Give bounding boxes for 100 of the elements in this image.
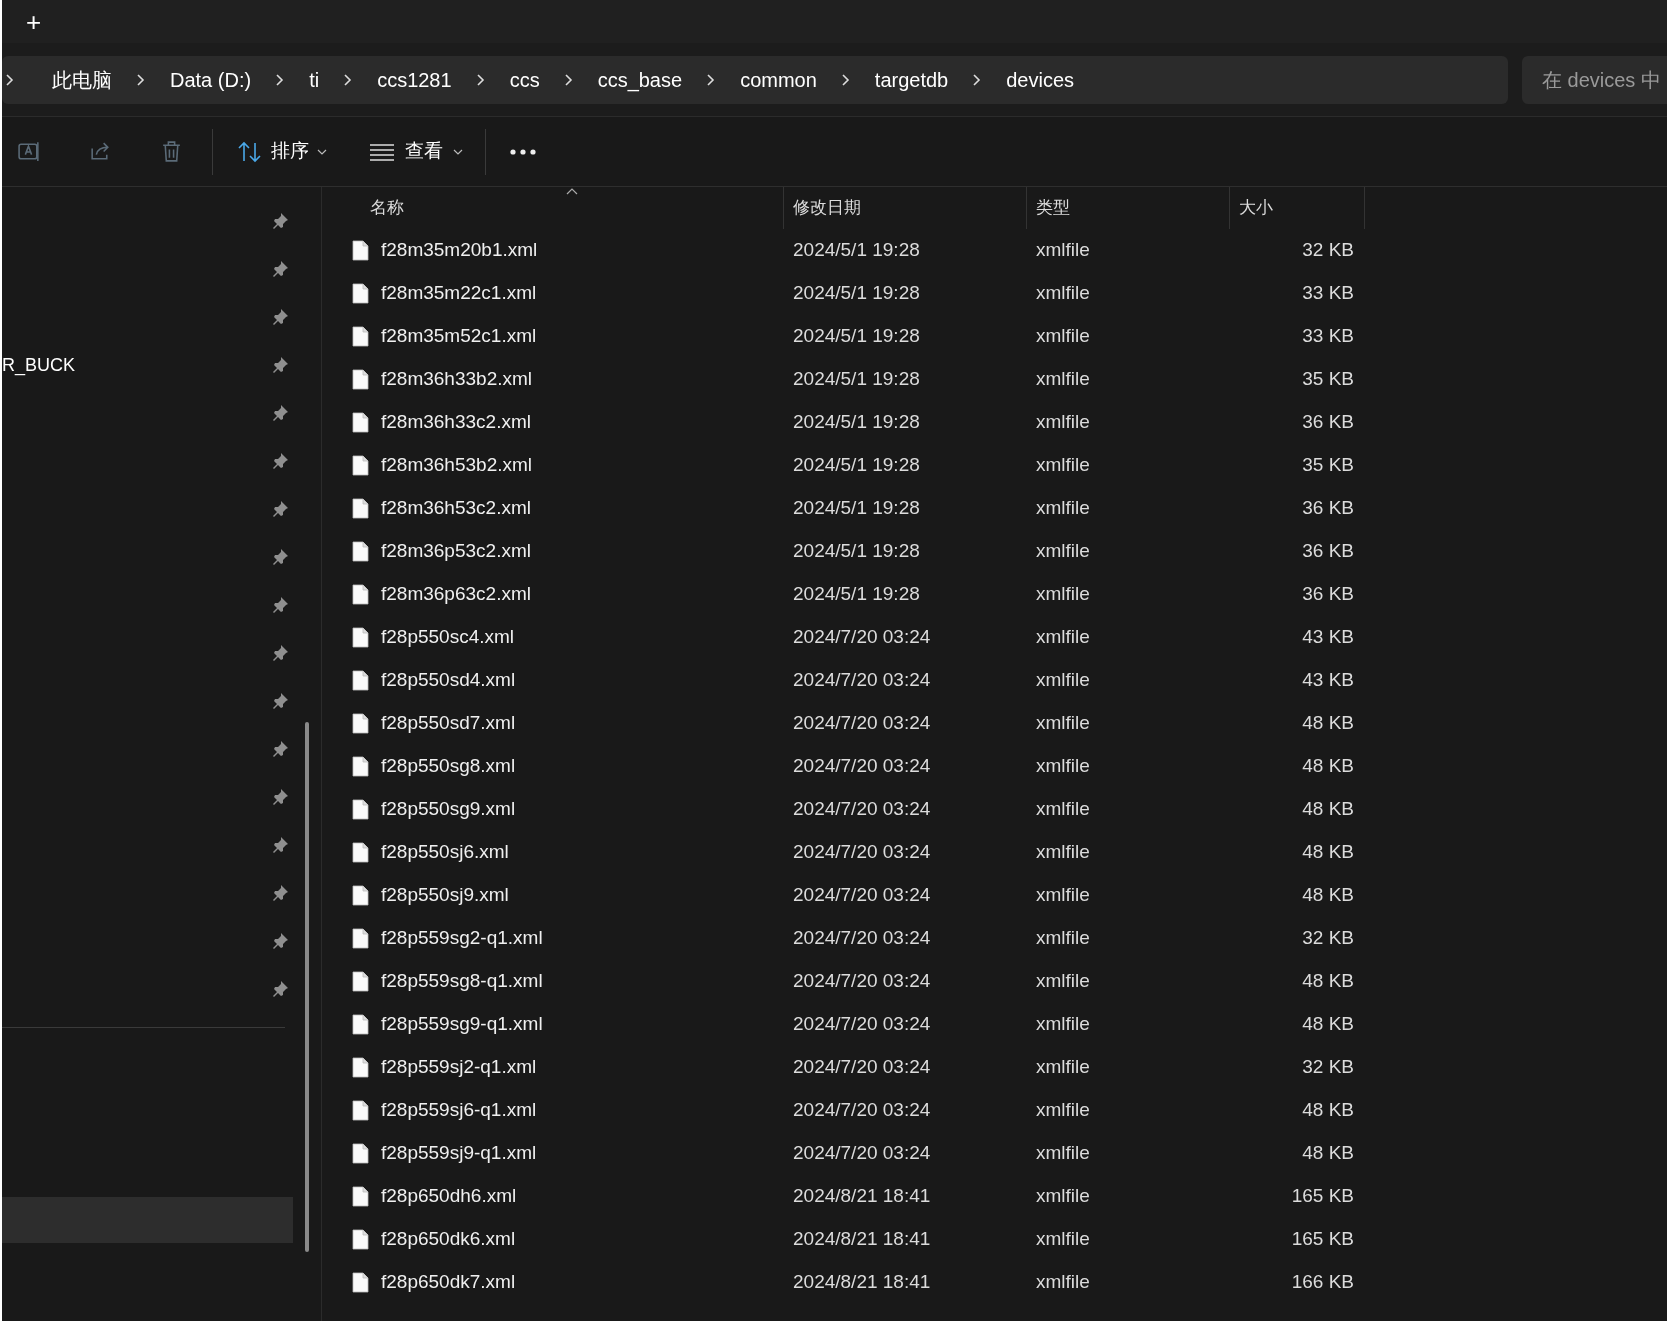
file-type: xmlfile <box>1036 1142 1090 1164</box>
file-name[interactable]: f28p650dk7.xml <box>381 1268 516 1297</box>
file-type: xmlfile <box>1036 1056 1090 1078</box>
file-type: xmlfile <box>1036 368 1090 390</box>
file-type: xmlfile <box>1036 970 1090 992</box>
list-view-icon <box>369 142 395 161</box>
sidebar-item[interactable]: R_BUCK <box>2 351 76 379</box>
file-name[interactable]: f28m35m20b1.xml <box>381 236 538 265</box>
modified-date: 2024/5/1 19:28 <box>793 282 920 304</box>
file-name[interactable]: f28p550sj9.xml <box>381 881 509 910</box>
file-icon <box>352 971 369 992</box>
file-name[interactable]: f28p650dk6.xml <box>381 1225 516 1254</box>
pin-icon[interactable] <box>271 404 289 422</box>
breadcrumb-item[interactable]: targetdb <box>862 64 961 95</box>
file-size: 35 KB <box>1302 367 1354 392</box>
file-name[interactable]: f28m36p53c2.xml <box>381 537 531 566</box>
file-size: 36 KB <box>1302 539 1354 564</box>
view-button[interactable]: 查看 <box>357 128 475 175</box>
rename-icon[interactable] <box>17 139 42 164</box>
pin-icon[interactable] <box>271 356 289 374</box>
file-name[interactable]: f28p650dh6.xml <box>381 1182 517 1211</box>
column-header[interactable]: 名称 <box>370 195 404 221</box>
modified-date: 2024/7/20 03:24 <box>793 626 931 648</box>
chevron-right-icon[interactable] <box>706 72 717 87</box>
pin-icon[interactable] <box>271 836 289 854</box>
pin-icon[interactable] <box>271 740 289 758</box>
pin-icon[interactable] <box>271 452 289 470</box>
chevron-right-icon[interactable] <box>563 72 574 87</box>
pin-icon[interactable] <box>271 308 289 326</box>
modified-date: 2024/5/1 19:28 <box>793 540 920 562</box>
chevron-right-icon[interactable] <box>136 72 146 87</box>
file-name[interactable]: f28p550sd7.xml <box>381 709 516 738</box>
chevron-right-icon[interactable] <box>972 72 983 87</box>
modified-date: 2024/5/1 19:28 <box>793 497 920 519</box>
file-name[interactable]: f28p559sj9-q1.xml <box>381 1139 537 1168</box>
file-icon <box>352 283 369 304</box>
chevron-right-icon[interactable] <box>475 72 486 87</box>
file-icon <box>352 1057 369 1078</box>
modified-date: 2024/7/20 03:24 <box>793 1013 931 1035</box>
pin-icon[interactable] <box>271 548 289 566</box>
file-name[interactable]: f28p559sg8-q1.xml <box>381 967 543 996</box>
file-name[interactable]: f28p550sg8.xml <box>381 752 516 781</box>
column-header[interactable]: 类型 <box>1036 195 1070 221</box>
pin-icon[interactable] <box>271 788 289 806</box>
pin-icon[interactable] <box>271 932 289 950</box>
file-name[interactable]: f28p550sc4.xml <box>381 623 515 652</box>
file-icon <box>352 756 369 777</box>
modified-date: 2024/7/20 03:24 <box>793 755 931 777</box>
pin-icon[interactable] <box>271 260 289 278</box>
pin-icon[interactable] <box>271 212 289 230</box>
file-type: xmlfile <box>1036 884 1090 906</box>
new-tab-button[interactable]: + <box>26 8 42 35</box>
breadcrumb-item[interactable]: 此电脑 <box>40 64 124 95</box>
file-name[interactable]: f28p550sg9.xml <box>381 795 516 824</box>
file-name[interactable]: f28p559sj2-q1.xml <box>381 1053 537 1082</box>
file-name[interactable]: f28m36h33c2.xml <box>381 408 531 437</box>
pin-icon[interactable] <box>271 980 289 998</box>
file-name[interactable]: f28p559sg2-q1.xml <box>381 924 543 953</box>
file-name[interactable]: f28m36p63c2.xml <box>381 580 531 609</box>
breadcrumb-item[interactable]: ccs_base <box>585 64 695 95</box>
file-name[interactable]: f28p550sd4.xml <box>381 666 516 695</box>
sort-button[interactable]: 排序 <box>225 128 339 175</box>
file-size: 48 KB <box>1302 840 1354 865</box>
file-name[interactable]: f28m35m52c1.xml <box>381 322 537 351</box>
chevron-right-icon[interactable] <box>5 72 15 87</box>
modified-date: 2024/8/21 18:41 <box>793 1271 931 1293</box>
breadcrumb-item[interactable]: common <box>728 64 829 95</box>
modified-date: 2024/8/21 18:41 <box>793 1185 931 1207</box>
scrollbar[interactable] <box>305 722 309 1252</box>
breadcrumb-item[interactable]: devices <box>994 64 1087 95</box>
breadcrumb-item[interactable]: Data (D:) <box>158 64 264 95</box>
more-options-icon[interactable] <box>510 148 536 155</box>
pin-icon[interactable] <box>271 692 289 710</box>
column-header[interactable]: 修改日期 <box>793 195 861 221</box>
modified-date: 2024/7/20 03:24 <box>793 798 931 820</box>
column-header[interactable]: 大小 <box>1239 195 1273 221</box>
file-name[interactable]: f28p559sg9-q1.xml <box>381 1010 543 1039</box>
pin-icon[interactable] <box>271 644 289 662</box>
file-name[interactable]: f28m36h33b2.xml <box>381 365 533 394</box>
breadcrumb-item[interactable]: ccs <box>497 64 552 95</box>
breadcrumb-item[interactable]: ti <box>297 64 332 95</box>
pin-icon[interactable] <box>271 500 289 518</box>
file-name[interactable]: f28m35m22c1.xml <box>381 279 537 308</box>
chevron-right-icon[interactable] <box>343 72 354 87</box>
file-type: xmlfile <box>1036 454 1090 476</box>
modified-date: 2024/5/1 19:28 <box>793 583 920 605</box>
file-name[interactable]: f28p550sj6.xml <box>381 838 509 867</box>
file-name[interactable]: f28m36h53c2.xml <box>381 494 531 523</box>
pin-icon[interactable] <box>271 596 289 614</box>
chevron-right-icon[interactable] <box>840 72 851 87</box>
search-field[interactable]: 在 devices 中 <box>1522 55 1667 104</box>
chevron-right-icon[interactable] <box>275 72 286 87</box>
file-name[interactable]: f28p559sj6-q1.xml <box>381 1096 537 1125</box>
file-type: xmlfile <box>1036 626 1090 648</box>
breadcrumb-item[interactable]: ccs1281 <box>365 64 464 95</box>
address-bar[interactable]: 此电脑 Data (D:) ti ccs1281 ccs ccs_base common targetdb devices <box>2 55 1508 104</box>
pin-icon[interactable] <box>271 884 289 902</box>
file-icon <box>352 326 369 347</box>
file-size: 165 KB <box>1291 1184 1354 1209</box>
file-name[interactable]: f28m36h53b2.xml <box>381 451 533 480</box>
